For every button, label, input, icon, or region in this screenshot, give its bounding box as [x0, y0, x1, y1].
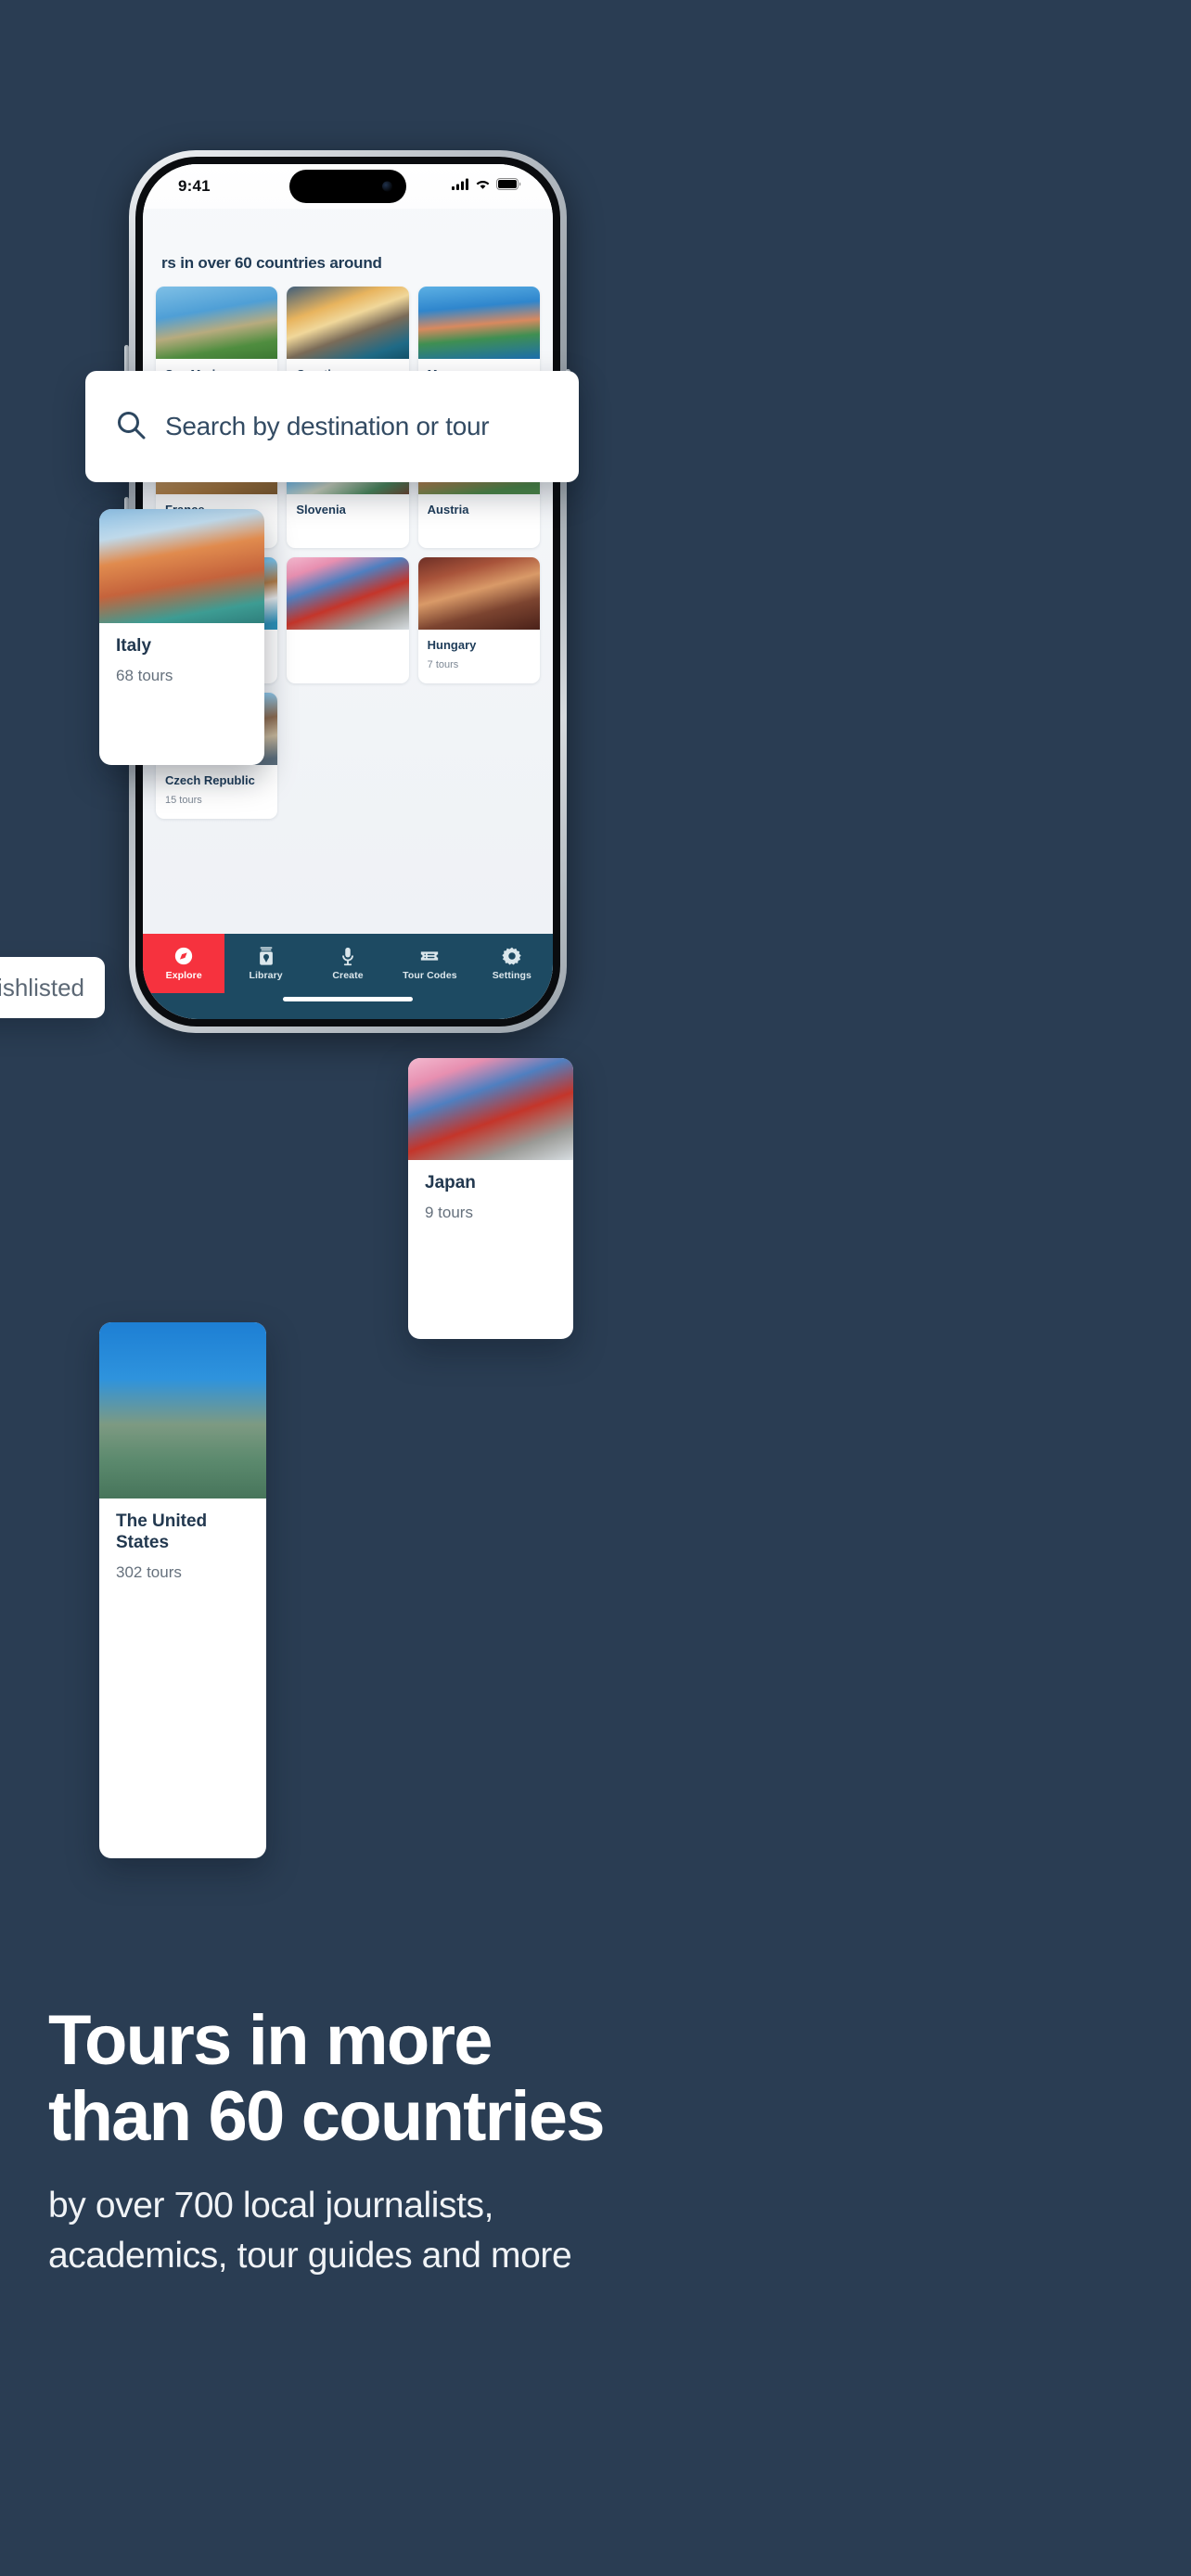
country-card[interactable]: Hungary 7 tours	[417, 556, 540, 683]
country-tour-count: 7 tours	[427, 658, 459, 670]
tab-library[interactable]: Library	[224, 934, 306, 993]
country-name: Czech Republic	[165, 772, 255, 787]
tab-label: Settings	[492, 970, 531, 981]
country-card-meta: Czech Republic 15 tours	[156, 765, 277, 819]
marketing-copy: Tours in more than 60 countries by over …	[48, 2001, 1143, 2281]
search-bar[interactable]: Search by destination or tour	[85, 371, 579, 482]
country-name: Japan	[425, 1173, 476, 1192]
home-indicator[interactable]	[283, 997, 413, 1001]
headline-line-1: Tours in more	[48, 2001, 493, 2080]
wishlisted-label: Wishlisted	[0, 973, 84, 1001]
country-photo	[156, 287, 278, 360]
cellular-signal-icon	[452, 178, 469, 195]
dynamic-island	[289, 170, 406, 203]
section-heading: rs in over 60 countries around	[161, 254, 382, 272]
tab-label: Explore	[165, 970, 202, 981]
floating-card-japan[interactable]: Japan 9 tours	[408, 1058, 573, 1339]
gear-icon	[502, 946, 522, 966]
home-indicator-bar	[143, 993, 553, 1019]
tab-create[interactable]: Create	[307, 934, 389, 993]
country-tour-count: 9 tours	[425, 1203, 473, 1221]
country-photo	[287, 556, 409, 630]
country-card-meta: Austria	[418, 494, 540, 537]
country-name: The United States	[116, 1511, 208, 1552]
country-name: Austria	[427, 503, 469, 517]
country-tour-count: 302 tours	[116, 1562, 182, 1581]
country-name: Italy	[116, 636, 152, 656]
tab-label: Create	[332, 970, 364, 981]
search-icon	[115, 409, 147, 445]
floating-card-meta: Japan 9 tours	[408, 1160, 573, 1241]
country-card-meta: Hungary 7 tours	[418, 630, 540, 683]
marketing-headline: Tours in more than 60 countries	[48, 2001, 1143, 2157]
bottom-tab-bar: Explore Library Create Tour Codes Settings	[143, 934, 553, 993]
tab-settings[interactable]: Settings	[471, 934, 553, 993]
wifi-icon	[475, 178, 491, 195]
tab-label: Tour Codes	[403, 970, 457, 981]
country-name: Slovenia	[296, 503, 346, 517]
battery-icon	[496, 178, 521, 195]
floating-card-meta: The United States 302 tours	[99, 1498, 266, 1600]
subtitle-line-2: academics, tour guides and more	[48, 2235, 572, 2276]
country-photo-united-states	[99, 1322, 266, 1498]
floating-card-italy[interactable]: Italy 68 tours	[99, 509, 264, 765]
country-tour-count: 15 tours	[165, 794, 202, 806]
status-bar-indicators	[452, 178, 521, 195]
status-bar-time: 9:41	[178, 177, 211, 195]
country-photo-italy	[99, 509, 264, 623]
library-pin-icon	[256, 946, 276, 966]
country-photo-japan	[408, 1058, 573, 1160]
ticket-icon	[419, 946, 440, 966]
country-tour-count: 68 tours	[116, 666, 173, 684]
microphone-icon	[338, 946, 358, 966]
floating-card-meta: Italy 68 tours	[99, 623, 264, 704]
country-card[interactable]	[287, 556, 409, 683]
country-card-meta	[287, 630, 408, 658]
country-card-meta: Slovenia	[287, 494, 408, 537]
floating-card-united-states[interactable]: The United States 302 tours	[99, 1322, 266, 1858]
country-name: Hungary	[427, 637, 477, 652]
subtitle-line-1: by over 700 local journalists,	[48, 2186, 494, 2226]
front-camera-icon	[382, 181, 392, 192]
country-photo	[287, 287, 409, 360]
search-input-placeholder[interactable]: Search by destination or tour	[165, 412, 490, 441]
tab-tour-codes[interactable]: Tour Codes	[389, 934, 470, 993]
country-photo	[417, 287, 540, 360]
compass-icon	[173, 946, 194, 966]
tab-label: Library	[249, 970, 283, 981]
wishlisted-chip[interactable]: Wishlisted	[0, 957, 105, 1018]
headline-line-2: than 60 countries	[48, 2077, 605, 2157]
tab-explore[interactable]: Explore	[143, 934, 225, 993]
country-photo	[417, 556, 540, 630]
marketing-subtitle: by over 700 local journalists, academics…	[48, 2181, 1143, 2281]
